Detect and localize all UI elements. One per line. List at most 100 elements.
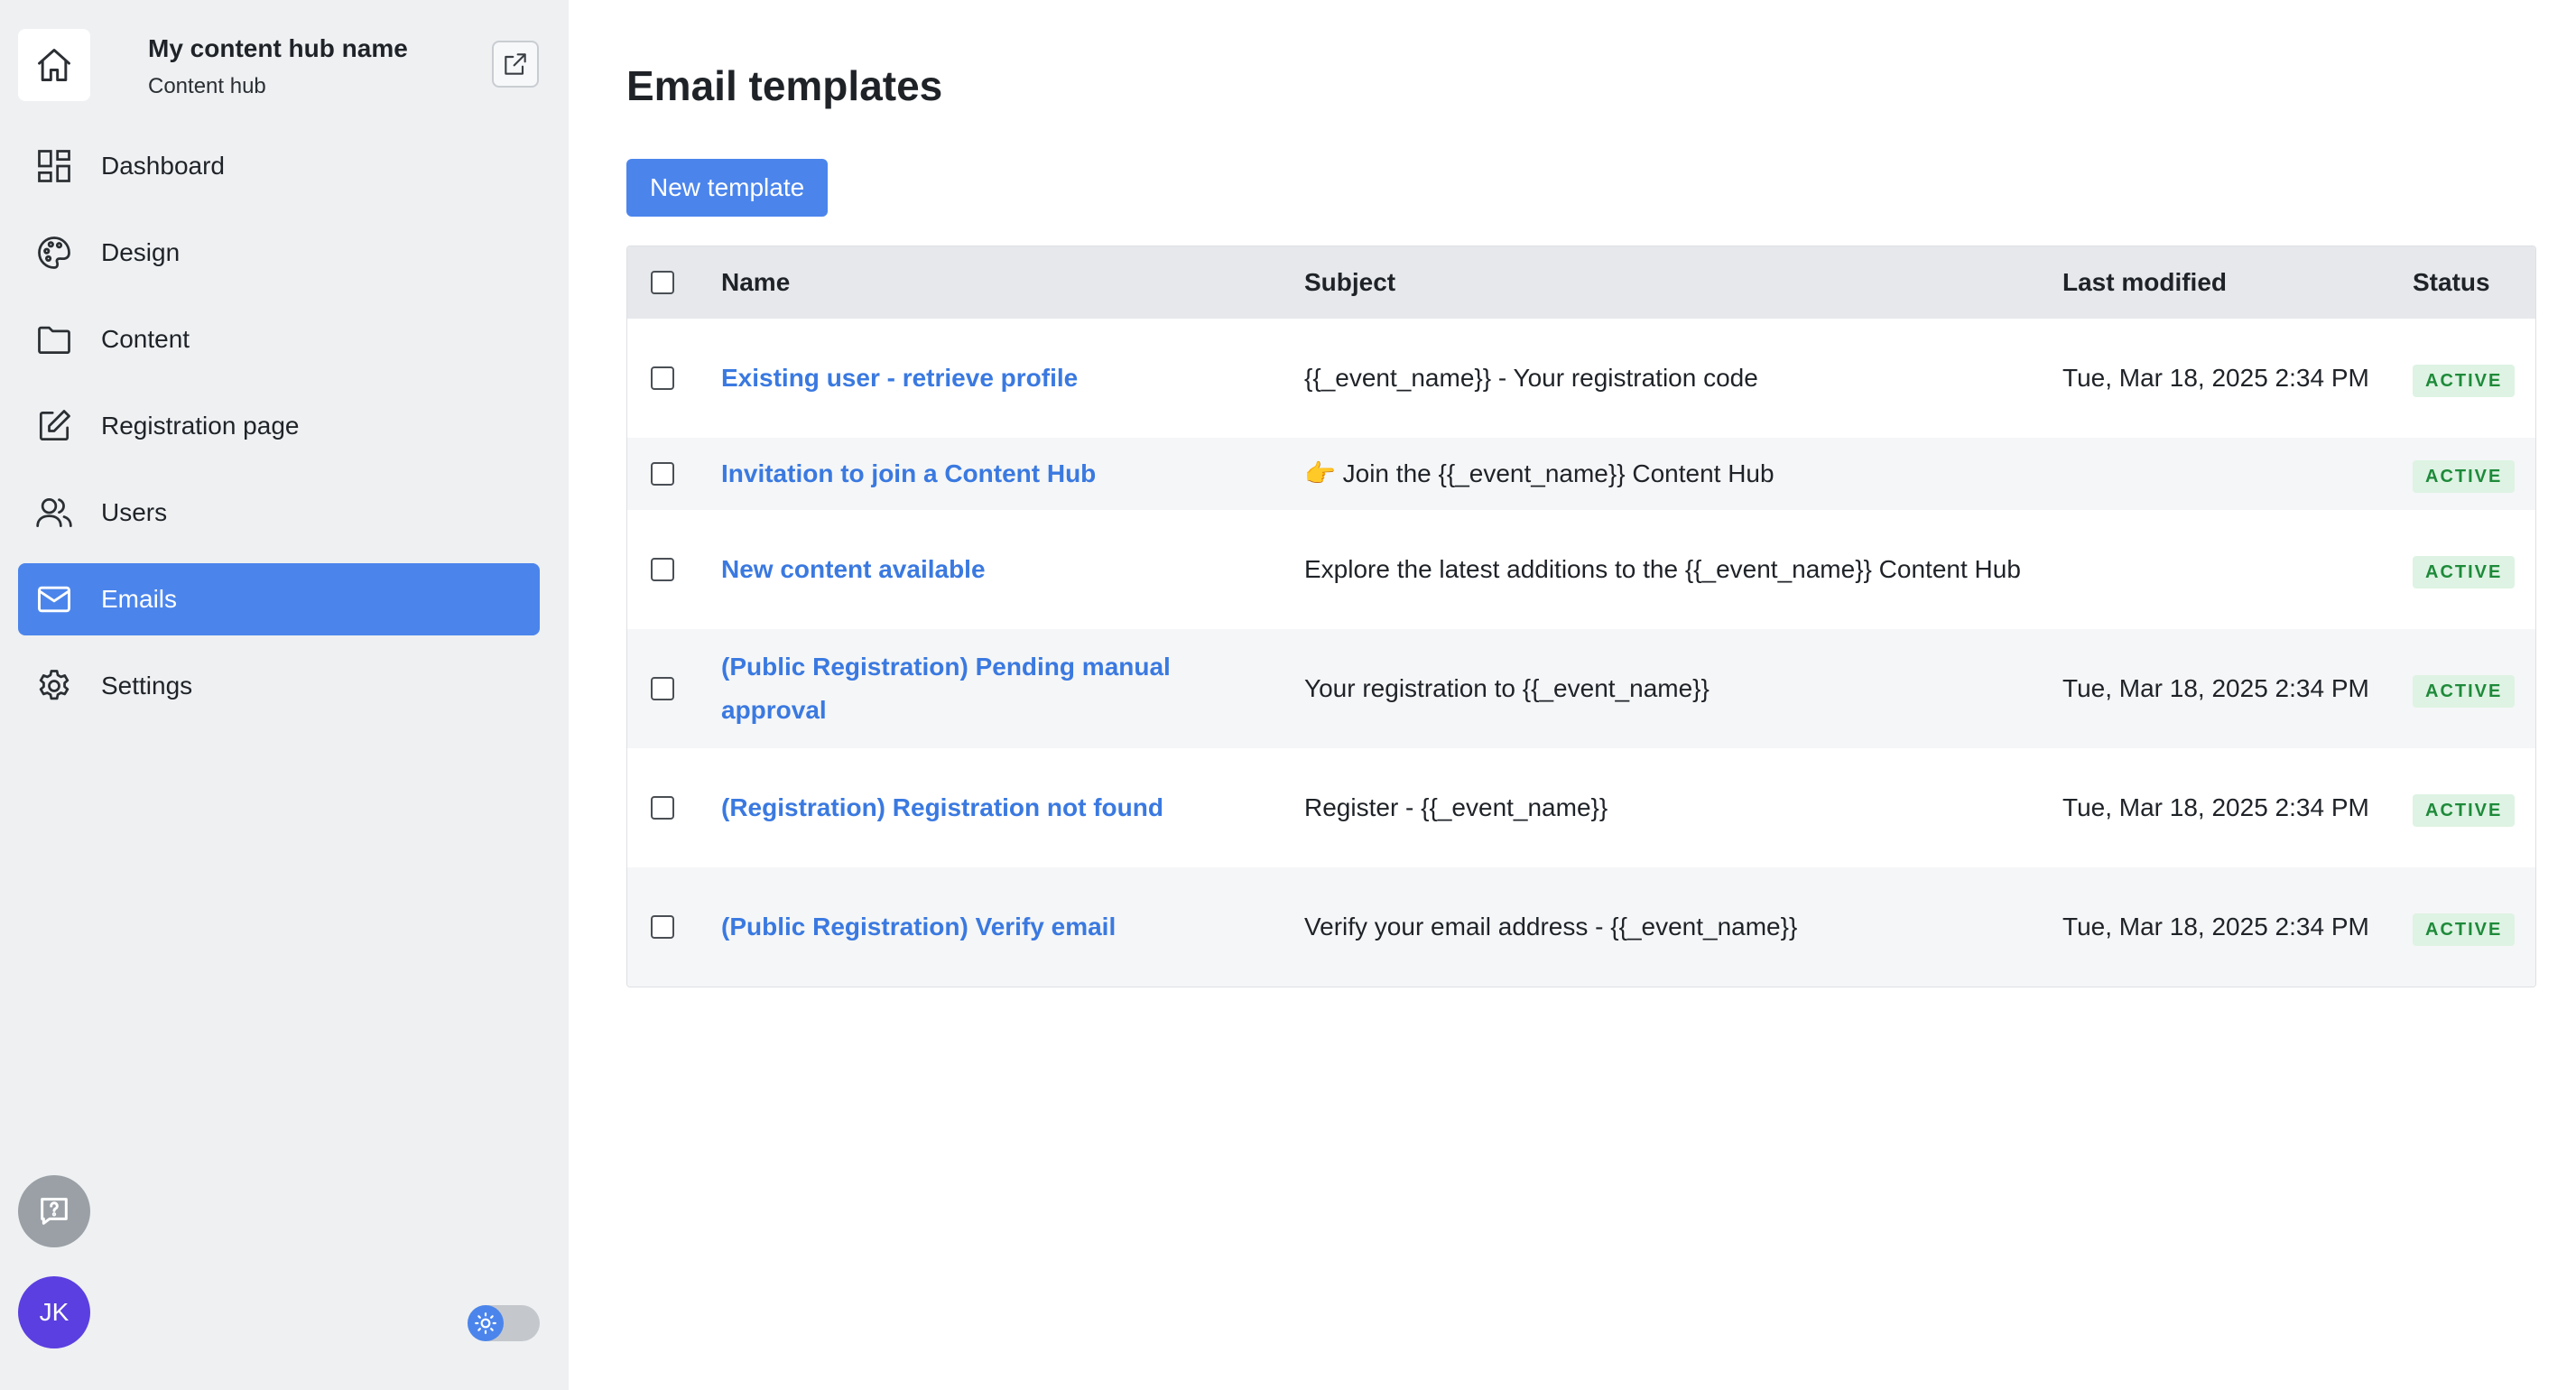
hub-header: My content hub name Content hub	[18, 29, 540, 101]
template-last-modified: Tue, Mar 18, 2025 2:34 PM	[2062, 674, 2369, 702]
row-checkbox[interactable]	[651, 462, 674, 486]
table-row: Existing user - retrieve profile {{_even…	[627, 319, 2535, 438]
template-subject: 👉 Join the {{_event_name}} Content Hub	[1304, 459, 1774, 487]
dashboard-icon	[34, 146, 74, 186]
template-name-link[interactable]: (Registration) Registration not found	[721, 793, 1163, 821]
sidebar-item-dashboard[interactable]: Dashboard	[18, 130, 540, 202]
template-name-cell: (Registration) Registration not found	[721, 748, 1304, 867]
template-status-cell: ACTIVE	[2413, 629, 2535, 748]
template-last-modified	[2062, 510, 2413, 629]
gear-icon	[34, 666, 74, 706]
theme-toggle-knob	[468, 1305, 504, 1341]
template-last-modified	[2062, 438, 2413, 510]
sidebar-item-design[interactable]: Design	[18, 217, 540, 289]
column-header-subject[interactable]: Subject	[1304, 246, 2062, 319]
column-header-status[interactable]: Status	[2413, 246, 2535, 319]
select-all-checkbox[interactable]	[651, 271, 674, 294]
table-row: (Public Registration) Verify email Verif…	[627, 867, 2535, 987]
sidebar-item-label: Emails	[101, 585, 178, 613]
sidebar-item-label: Settings	[101, 672, 193, 700]
main-content: Email templates New template Name Subjec…	[569, 0, 2576, 1390]
template-subject: {{_event_name}} - Your registration code	[1304, 364, 1758, 392]
sidebar-item-label: Dashboard	[101, 152, 225, 180]
palette-icon	[34, 233, 74, 273]
hub-subtitle: Content hub	[148, 74, 266, 98]
template-name-cell: Invitation to join a Content Hub	[721, 438, 1304, 510]
external-link-icon	[505, 53, 526, 75]
status-badge: ACTIVE	[2413, 913, 2516, 946]
template-name-cell: New content available	[721, 510, 1304, 629]
page-title: Email templates	[626, 62, 943, 109]
sidebar-item-settings[interactable]: Settings	[18, 650, 540, 722]
avatar[interactable]: JK	[18, 1276, 90, 1348]
template-status-cell: ACTIVE	[2413, 510, 2535, 629]
status-badge: ACTIVE	[2413, 365, 2516, 397]
help-button[interactable]	[18, 1175, 90, 1247]
new-template-button[interactable]: New template	[626, 159, 829, 217]
folder-icon	[34, 320, 74, 359]
sidebar-nav: Dashboard Design Content Registration pa…	[18, 130, 540, 737]
select-all-cell	[627, 246, 721, 319]
sidebar-item-users[interactable]: Users	[18, 477, 540, 549]
users-icon	[34, 493, 74, 533]
template-status-cell: ACTIVE	[2413, 867, 2535, 987]
sidebar-item-registration-page[interactable]: Registration page	[18, 390, 540, 462]
sidebar-item-content[interactable]: Content	[18, 303, 540, 375]
sidebar-item-label: Design	[101, 238, 181, 266]
template-subject: Verify your email address - {{_event_nam…	[1304, 913, 1798, 941]
status-badge: ACTIVE	[2413, 460, 2516, 493]
sidebar-item-emails[interactable]: Emails	[18, 563, 540, 635]
template-subject: Register - {{_event_name}}	[1304, 793, 1608, 821]
table-header-row: Name Subject Last modified Status	[627, 246, 2535, 319]
table-row: (Registration) Registration not found Re…	[627, 748, 2535, 867]
sidebar-item-label: Registration page	[101, 412, 300, 440]
sidebar: My content hub name Content hub Dashboar…	[0, 0, 569, 1390]
row-checkbox[interactable]	[651, 366, 674, 390]
row-select-cell	[627, 438, 721, 510]
home-icon	[38, 49, 70, 81]
table-row: (Public Registration) Pending manual app…	[627, 629, 2535, 748]
template-last-modified: Tue, Mar 18, 2025 2:34 PM	[2062, 793, 2369, 821]
template-last-modified: Tue, Mar 18, 2025 2:34 PM	[2062, 913, 2369, 941]
column-header-last-modified[interactable]: Last modified	[2062, 246, 2413, 319]
template-name-cell: Existing user - retrieve profile	[721, 319, 1304, 438]
template-name-link[interactable]: New content available	[721, 555, 986, 583]
help-chat-icon	[41, 1198, 68, 1225]
column-header-name[interactable]: Name	[721, 246, 1304, 319]
template-name-link[interactable]: Invitation to join a Content Hub	[721, 459, 1096, 487]
sidebar-item-label: Users	[101, 498, 168, 526]
template-last-modified: Tue, Mar 18, 2025 2:34 PM	[2062, 364, 2369, 392]
row-checkbox[interactable]	[651, 677, 674, 700]
template-status-cell: ACTIVE	[2413, 319, 2535, 438]
sun-icon	[475, 1312, 496, 1334]
open-external-button[interactable]	[492, 41, 539, 88]
table-row: Invitation to join a Content Hub 👉 Join …	[627, 438, 2535, 510]
template-subject: Explore the latest additions to the {{_e…	[1304, 555, 2021, 583]
template-status-cell: ACTIVE	[2413, 748, 2535, 867]
row-checkbox[interactable]	[651, 558, 674, 581]
template-name-cell: (Public Registration) Pending manual app…	[721, 629, 1304, 748]
template-name-cell: (Public Registration) Verify email	[721, 867, 1304, 987]
sidebar-item-label: Content	[101, 325, 190, 353]
hub-name: My content hub name	[148, 34, 408, 62]
template-subject: Your registration to {{_event_name}}	[1304, 674, 1710, 702]
row-select-cell	[627, 748, 721, 867]
templates-table: Name Subject Last modified Status Existi…	[626, 246, 2536, 987]
template-status-cell: ACTIVE	[2413, 438, 2535, 510]
row-select-cell	[627, 319, 721, 438]
template-name-link[interactable]: (Public Registration) Verify email	[721, 913, 1116, 941]
row-select-cell	[627, 629, 721, 748]
row-checkbox[interactable]	[651, 915, 674, 939]
mail-icon	[34, 579, 74, 619]
edit-icon	[34, 406, 74, 446]
row-select-cell	[627, 510, 721, 629]
status-badge: ACTIVE	[2413, 675, 2516, 708]
table-row: New content available Explore the latest…	[627, 510, 2535, 629]
template-name-link[interactable]: (Public Registration) Pending manual app…	[721, 653, 1171, 724]
template-name-link[interactable]: Existing user - retrieve profile	[721, 364, 1078, 392]
status-badge: ACTIVE	[2413, 794, 2516, 827]
theme-toggle[interactable]	[468, 1305, 540, 1341]
row-checkbox[interactable]	[651, 796, 674, 820]
row-select-cell	[627, 867, 721, 987]
hub-home-button[interactable]	[18, 29, 90, 101]
